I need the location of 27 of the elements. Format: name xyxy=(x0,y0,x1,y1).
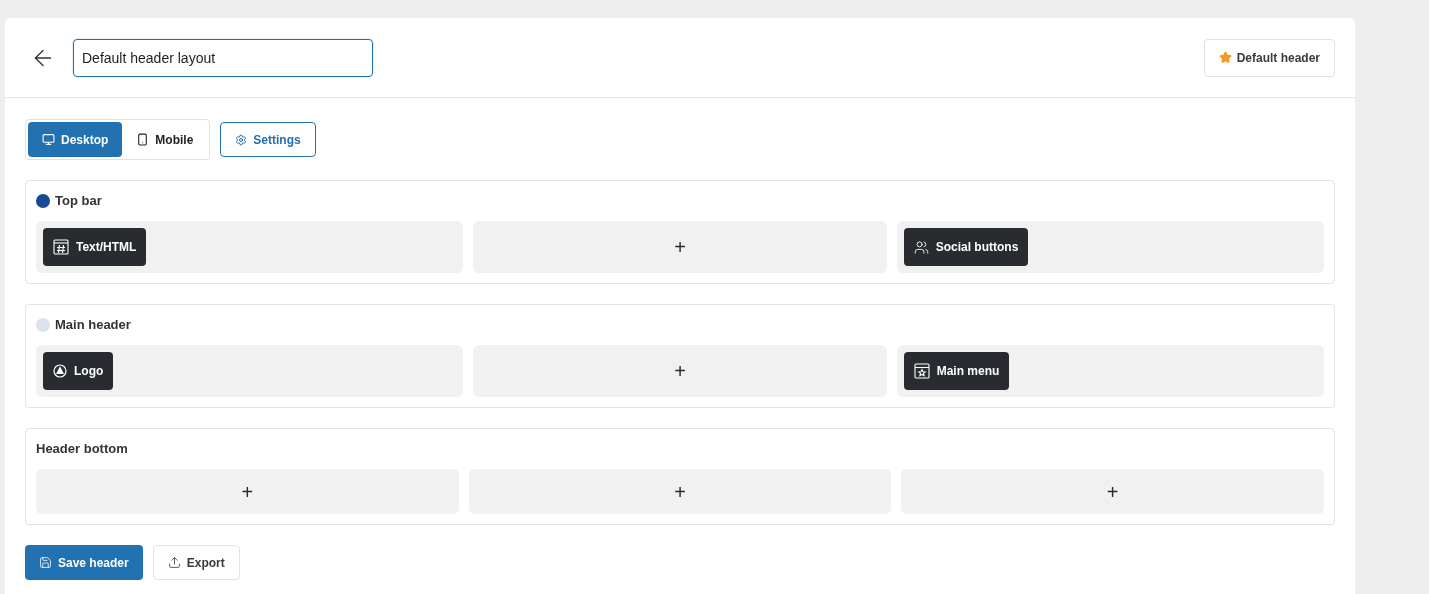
settings-icon xyxy=(235,133,248,146)
triangle-circle-icon xyxy=(53,364,67,378)
save-icon xyxy=(39,556,52,569)
export-button[interactable]: Export xyxy=(152,545,240,580)
header-block[interactable]: Social buttons xyxy=(903,228,1029,266)
star-icon xyxy=(1218,51,1232,64)
upload-icon xyxy=(167,556,181,569)
phone-icon xyxy=(136,133,150,146)
header-block[interactable]: Text/HTML xyxy=(43,228,147,266)
header-block[interactable]: Main menu xyxy=(903,352,1010,390)
users-icon xyxy=(913,239,929,255)
hash-window-icon xyxy=(53,239,69,255)
add-block-button[interactable]: + xyxy=(473,345,887,397)
default-header-button[interactable]: Default header xyxy=(1203,38,1335,77)
row-title: Top bar xyxy=(55,192,102,211)
add-block-button[interactable]: + xyxy=(36,469,459,514)
row-title: Header bottom xyxy=(36,440,128,459)
row-title: Main header xyxy=(55,316,131,335)
header-block[interactable]: Logo xyxy=(43,352,114,390)
layout-name-field[interactable]: Default header layout xyxy=(73,38,373,77)
add-block-button[interactable]: + xyxy=(901,469,1324,514)
add-block-button[interactable]: + xyxy=(473,221,887,273)
monitor-icon xyxy=(42,133,55,146)
save-button[interactable]: Save header xyxy=(25,545,143,580)
view-tab[interactable]: Desktop xyxy=(28,122,123,157)
settings-button[interactable]: Settings xyxy=(220,122,316,157)
add-block-button[interactable]: + xyxy=(468,469,892,514)
